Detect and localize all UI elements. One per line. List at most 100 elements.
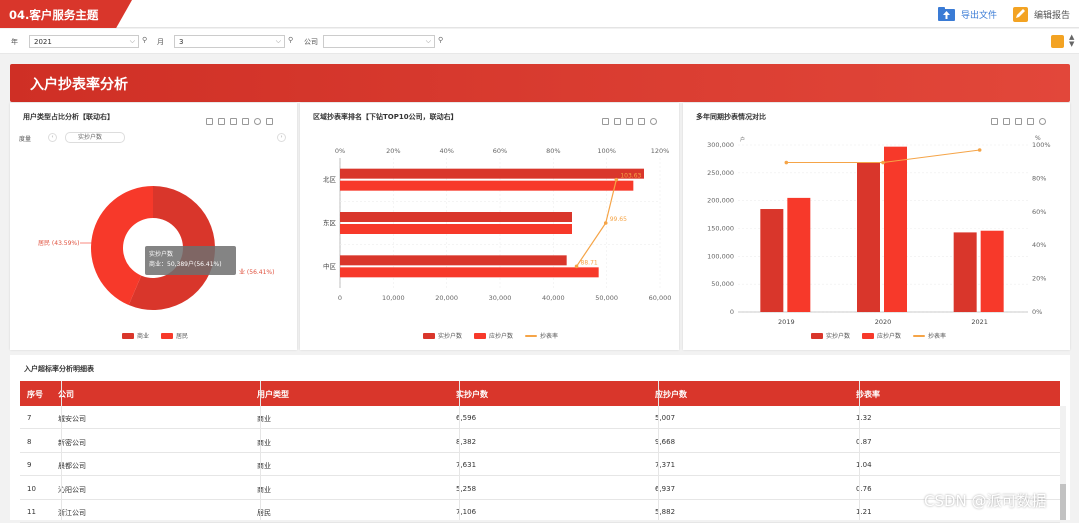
tick-label: 0% <box>335 147 345 155</box>
move-icon[interactable] <box>602 118 609 125</box>
bar <box>884 146 907 312</box>
tick-label: 0 <box>338 294 342 302</box>
legend-label: 抄表率 <box>540 333 559 340</box>
export-label: 导出文件 <box>961 10 998 21</box>
data-label: 99.65 <box>610 216 627 223</box>
legend-item[interactable]: 应抄户数 <box>862 331 901 340</box>
table-cell: 7 <box>27 414 32 422</box>
panel-title: 区域抄表率排名【下钻TOP10公司，联动右】 <box>313 113 458 121</box>
bar <box>340 168 644 179</box>
table-icon[interactable] <box>218 118 225 125</box>
table-row[interactable]: 9 晨都公司 商业 7,631 7,371 1.04 <box>20 453 1060 476</box>
year-label: 年 <box>11 38 18 46</box>
tick-label: 20% <box>386 147 400 155</box>
year-select[interactable]: 2021 ⌵ <box>29 35 139 48</box>
table-scrollbar[interactable] <box>1060 406 1066 520</box>
panel-title: 多年同期抄表情况对比 <box>696 113 766 121</box>
filter-clear-icon[interactable]: ⚲ <box>142 36 150 46</box>
chart-icon[interactable] <box>242 118 249 125</box>
table-row[interactable]: 8 新密公司 商业 8,382 9,668 0.87 <box>20 430 1060 453</box>
scroll-thumb[interactable] <box>1060 484 1066 520</box>
col-header[interactable]: 序号 <box>27 389 43 400</box>
legend-item[interactable]: 应抄户数 <box>474 331 513 340</box>
chevron-down-icon: ⌵ <box>275 37 281 45</box>
column-divider <box>61 381 62 520</box>
chart-icon[interactable] <box>638 118 645 125</box>
table-cell: 沁阳公司 <box>58 485 86 494</box>
region-legend: 实抄户数 应抄户数 抄表率 <box>423 331 558 340</box>
move-icon[interactable] <box>206 118 213 125</box>
tick-label: 60% <box>1032 208 1046 216</box>
section-title: 入户抄表率分析 <box>30 77 128 93</box>
panel-title: 用户类型占比分析【联动右】 <box>23 113 114 121</box>
image-icon[interactable] <box>626 118 633 125</box>
col-header[interactable]: 实抄户数 <box>456 389 488 400</box>
tick-label: 100% <box>597 147 616 155</box>
prev-icon[interactable]: ‹ <box>48 133 57 142</box>
rate-line <box>786 149 980 164</box>
bar <box>340 180 634 191</box>
filter-icon[interactable] <box>266 118 273 125</box>
category-label: 东区 <box>323 218 337 227</box>
section-header: 入户抄表率分析 <box>10 64 1070 102</box>
measure-button[interactable]: 实抄户数 <box>65 132 125 143</box>
multi-year-legend: 实抄户数 应抄户数 抄表率 <box>811 331 946 340</box>
refresh-icon[interactable] <box>1051 35 1064 48</box>
table-cell: 城安公司 <box>58 415 86 423</box>
image-icon[interactable] <box>1015 118 1022 125</box>
chevron-down-icon: ⌵ <box>129 37 135 45</box>
bar <box>953 232 977 312</box>
move-icon[interactable] <box>991 118 998 125</box>
rate-point <box>784 160 789 165</box>
filter-clear-icon[interactable]: ⚲ <box>288 36 296 46</box>
edit-report-button[interactable]: 编辑报告 <box>1013 6 1070 22</box>
legend-item[interactable]: 商业 <box>122 331 149 340</box>
tick-label: 40% <box>1032 241 1046 249</box>
col-header[interactable]: 应抄户数 <box>655 389 687 400</box>
legend-item[interactable]: 抄表率 <box>525 331 558 340</box>
table-row[interactable]: 10 沁阳公司 商业 5,258 6,937 0.76 <box>20 477 1060 500</box>
table-icon[interactable] <box>1003 118 1010 125</box>
legend-item[interactable]: 实抄户数 <box>811 331 850 340</box>
month-select[interactable]: 3 ⌵ <box>174 35 285 48</box>
company-select[interactable]: ⌵ <box>323 35 435 48</box>
table-cell: 9 <box>27 461 32 469</box>
rate-point <box>614 177 619 182</box>
rate-point <box>881 160 885 165</box>
category-label: 2020 <box>875 318 892 326</box>
settings-icon[interactable] <box>650 118 657 125</box>
report-title: 04.客户服务主题 <box>9 8 99 22</box>
dimension-label: 度量 <box>19 136 32 143</box>
axis-unit: 户 <box>740 136 745 143</box>
legend-item[interactable]: 居民 <box>161 331 188 340</box>
donut-tooltip: 实抄户数 商业：50,389户(56.41%) <box>145 246 236 275</box>
tick-label: 40,000 <box>542 294 565 302</box>
settings-icon[interactable] <box>254 118 261 125</box>
legend-label: 抄表率 <box>928 333 947 340</box>
tick-label: 20,000 <box>435 294 458 302</box>
table-icon[interactable] <box>614 118 621 125</box>
table-cell: 新密公司 <box>58 438 86 447</box>
data-label: 103.63 <box>620 173 641 180</box>
tick-label: 200,000 <box>707 197 734 205</box>
filter-clear-icon[interactable]: ⚲ <box>438 36 446 46</box>
legend-item[interactable]: 实抄户数 <box>423 331 462 340</box>
settings-icon[interactable] <box>1039 118 1046 125</box>
bar <box>340 212 572 222</box>
image-icon[interactable] <box>230 118 237 125</box>
legend-label: 应抄户数 <box>877 333 902 340</box>
edit-icon <box>1013 6 1028 22</box>
col-header[interactable]: 用户类型 <box>257 389 289 400</box>
next-icon[interactable]: › <box>277 133 286 142</box>
category-label: 北区 <box>323 176 337 184</box>
tooltip-title: 实抄户数 <box>149 251 174 258</box>
column-divider <box>859 381 860 520</box>
chart-icon[interactable] <box>1027 118 1034 125</box>
tick-label: 30,000 <box>489 294 512 302</box>
scroll-arrows-icon[interactable]: ▲ ▼ <box>1069 34 1074 48</box>
legend-item[interactable]: 抄表率 <box>913 331 946 340</box>
tick-label: 150,000 <box>707 225 734 233</box>
donut-legend: 商业 居民 <box>122 331 188 340</box>
table-row[interactable]: 7 城安公司 商业 6,596 5,007 1.32 <box>20 406 1060 429</box>
export-button[interactable]: 导出文件 <box>938 6 997 22</box>
